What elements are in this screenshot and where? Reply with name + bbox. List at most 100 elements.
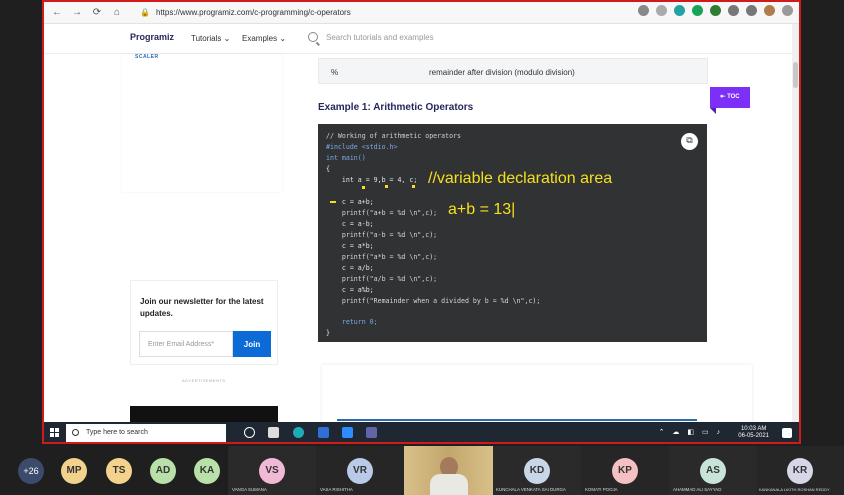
teams-icon[interactable] xyxy=(366,427,377,438)
participant-name: VASA RISHITHA xyxy=(320,487,353,492)
participant-avatar: AS xyxy=(700,458,726,484)
notifications-icon[interactable] xyxy=(782,428,792,438)
description-cell: remainder after division (modulo divisio… xyxy=(429,68,575,77)
site-logo[interactable]: Programiz xyxy=(130,32,174,42)
participant-name: AHAMMAD ALI SAYYAD xyxy=(673,487,722,492)
annotation-dot-mark xyxy=(412,185,415,188)
scrollbar-thumb[interactable] xyxy=(793,62,798,88)
code-line: c = a*b; xyxy=(326,242,374,250)
meeting-screen: ← → ⟳ ⌂ 🔒 https://www.programiz.com/c-pr… xyxy=(0,0,844,495)
participant-avatar: KR xyxy=(787,458,813,484)
code-line: #include <stdio.h> xyxy=(326,143,398,151)
code-line: { xyxy=(326,165,330,173)
newsletter-title: Join our newsletter for the latest updat… xyxy=(140,297,264,318)
annotation-dot-mark xyxy=(362,186,365,189)
participant-tile[interactable]: KR KANKANALA LIKITH ROSHAN REDDY xyxy=(757,446,844,495)
menu-examples[interactable]: Examples ⌄ xyxy=(242,34,286,43)
extension-c-icon[interactable] xyxy=(674,5,685,16)
participant-avatar[interactable]: KA xyxy=(194,458,220,484)
annotation-dot-mark xyxy=(385,185,388,188)
system-tray-icons[interactable]: ⌃ ☁ ◧ ▭ ♪ xyxy=(659,428,723,436)
newsletter-box: Join our newsletter for the latest updat… xyxy=(130,280,278,365)
address-bar[interactable]: 🔒 https://www.programiz.com/c-programmin… xyxy=(140,5,580,20)
section-title: Example 1: Arithmetic Operators xyxy=(318,102,474,113)
code-line: printf("a*b = %d \n",c); xyxy=(326,253,438,261)
participant-avatar: KD xyxy=(524,458,550,484)
participant-tile[interactable]: KD KUNCHALA VENKATA SAI DURGA xyxy=(493,446,581,495)
star-icon[interactable] xyxy=(656,5,667,16)
code-line: c = a-b; xyxy=(326,220,374,228)
browser-extensions xyxy=(638,5,793,16)
card-accent-bar xyxy=(337,419,697,421)
menu-tutorials[interactable]: Tutorials ⌄ xyxy=(191,34,230,43)
advertisements-label: ADVERTISEMENTS xyxy=(182,378,226,383)
home-icon[interactable]: ⌂ xyxy=(110,6,124,20)
speaker-body xyxy=(430,474,468,495)
participant-tile[interactable]: VS VANGA SUMANA xyxy=(228,446,316,495)
code-line: } xyxy=(326,329,330,337)
code-line: int a = 9,b = 4, c; xyxy=(326,176,418,184)
content-card xyxy=(322,365,752,425)
search-icon xyxy=(308,32,318,42)
site-header: Programiz Tutorials ⌄ Examples ⌄ Search … xyxy=(44,24,799,54)
taskbar-clock[interactable]: 10:03 AM 06-05-2021 xyxy=(738,426,769,440)
reload-icon[interactable]: ⟳ xyxy=(90,6,104,20)
profile-avatar[interactable] xyxy=(764,5,775,16)
code-line: printf("a+b = %d \n",c); xyxy=(326,209,438,217)
participant-tile[interactable]: VR VASA RISHITHA xyxy=(316,446,404,495)
code-block: ⧉ // Working of arithmetic operators #in… xyxy=(318,124,707,342)
code-line: c = a/b; xyxy=(326,264,374,272)
annotation-dash-mark xyxy=(330,201,336,203)
shared-screen: ← → ⟳ ⌂ 🔒 https://www.programiz.com/c-pr… xyxy=(42,0,801,444)
participant-tile[interactable]: KP KOMATI POOJA xyxy=(581,446,669,495)
copy-icon[interactable]: ⧉ xyxy=(681,133,698,150)
favorites-icon[interactable] xyxy=(728,5,739,16)
extension-tick-icon[interactable] xyxy=(710,5,721,16)
windows-start-icon[interactable] xyxy=(50,428,60,438)
annotation-sum-result: a+b = 13| xyxy=(448,201,516,218)
collections-icon[interactable] xyxy=(746,5,757,16)
task-view-icon[interactable] xyxy=(268,427,279,438)
code-line: printf("a/b = %d \n",c); xyxy=(326,275,438,283)
lock-icon: 🔒 xyxy=(140,8,150,17)
more-menu-icon[interactable] xyxy=(782,5,793,16)
participant-avatar: KP xyxy=(612,458,638,484)
annotation-variable-declaration: //variable declaration area xyxy=(428,170,613,187)
search-input[interactable]: Search tutorials and examples xyxy=(308,32,434,42)
zoom-icon[interactable] xyxy=(342,427,353,438)
edge-icon[interactable] xyxy=(293,427,304,438)
code-line: return 0; xyxy=(326,318,378,326)
code-line: c = a%b; xyxy=(326,286,374,294)
operator-table-row: % remainder after division (modulo divis… xyxy=(318,58,708,84)
extension-g-icon[interactable] xyxy=(692,5,703,16)
join-button[interactable]: Join xyxy=(233,331,271,357)
code-line: // Working of arithmetic operators xyxy=(326,132,461,140)
sidebar-brand: SCALER xyxy=(135,54,159,60)
cortana-icon[interactable] xyxy=(244,427,255,438)
email-field[interactable]: Enter Email Address* xyxy=(139,331,233,357)
participant-avatar[interactable]: TS xyxy=(106,458,132,484)
participant-name: KANKANALA LIKITH ROSHAN REDDY xyxy=(759,487,830,492)
url-text: https://www.programiz.com/c-programming/… xyxy=(155,8,351,17)
taskbar-search-input[interactable]: Type here to search xyxy=(66,424,226,442)
search-icon xyxy=(72,429,79,436)
windows-taskbar: Type here to search ⌃ ☁ ◧ ▭ ♪ 10:03 AM 0… xyxy=(44,422,799,442)
reader-icon[interactable] xyxy=(638,5,649,16)
participant-overflow-badge[interactable]: +26 xyxy=(18,458,44,484)
page-scrollbar[interactable] xyxy=(792,24,799,422)
participant-tile[interactable]: AS AHAMMAD ALI SAYYAD xyxy=(669,446,757,495)
store-icon[interactable] xyxy=(318,427,329,438)
participant-video[interactable] xyxy=(404,446,493,495)
code-line: printf("a-b = %d \n",c); xyxy=(326,231,438,239)
participant-avatar[interactable]: MP xyxy=(61,458,87,484)
back-icon[interactable]: ← xyxy=(50,6,64,20)
participant-avatar: VS xyxy=(259,458,285,484)
sidebar-ad xyxy=(122,54,282,192)
participant-name: VANGA SUMANA xyxy=(232,487,267,492)
toc-button[interactable]: ⇤ TOC xyxy=(710,87,750,114)
participant-avatar[interactable]: AD xyxy=(150,458,176,484)
participant-avatar: VR xyxy=(347,458,373,484)
forward-icon[interactable]: → xyxy=(70,6,84,20)
browser-toolbar: ← → ⟳ ⌂ 🔒 https://www.programiz.com/c-pr… xyxy=(44,2,799,24)
participant-name: KUNCHALA VENKATA SAI DURGA xyxy=(496,487,566,492)
